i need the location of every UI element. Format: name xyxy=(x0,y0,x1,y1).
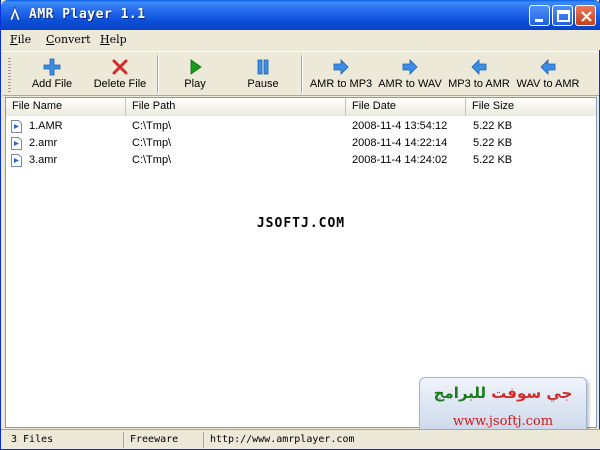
mp3-to-amr-label: MP3 to AMR xyxy=(448,78,510,90)
column-header-file-date[interactable]: File Date xyxy=(346,98,466,116)
amr-to-wav-label: AMR to WAV xyxy=(378,78,442,90)
table-row[interactable]: 2.amr C:\Tmp\ 2008-11-4 14:22:14 5.22 KB xyxy=(6,135,596,152)
cell-file-size: 5.22 KB xyxy=(473,154,513,166)
toolbar: Add File Delete File Play Pause AMR to M… xyxy=(3,51,599,96)
add-file-button[interactable]: Add File xyxy=(21,52,83,96)
close-icon xyxy=(581,11,592,22)
mp3-to-amr-button[interactable]: MP3 to AMR xyxy=(445,52,513,96)
audio-file-icon xyxy=(11,154,22,167)
jsoftj-logo: جي سوفت للبرامج www.jsoftj.com xyxy=(419,377,587,437)
minimize-button[interactable] xyxy=(529,5,550,26)
logo-arabic-part2: للبرامج xyxy=(433,384,487,402)
toolbar-separator xyxy=(301,55,303,93)
menu-file[interactable]: File xyxy=(10,33,31,46)
logo-url: www.jsoftj.com xyxy=(452,414,554,429)
status-license: Freeware xyxy=(123,432,203,448)
play-icon xyxy=(190,59,202,75)
add-file-label: Add File xyxy=(31,78,73,90)
logo-arabic-part1: جي سوفت xyxy=(491,384,573,402)
column-header-file-name[interactable]: File Name xyxy=(6,98,126,116)
list-header: File Name File Path File Date File Size xyxy=(6,98,596,116)
audio-file-icon xyxy=(11,120,22,133)
app-icon[interactable] xyxy=(7,6,23,22)
maximize-button[interactable] xyxy=(552,5,573,26)
cell-file-path: C:\Tmp\ xyxy=(132,154,172,166)
wav-to-amr-button[interactable]: WAV to AMR xyxy=(513,52,583,96)
cell-file-name: 2.amr xyxy=(29,137,58,149)
cell-file-date: 2008-11-4 14:22:14 xyxy=(352,137,448,149)
column-header-file-size[interactable]: File Size xyxy=(466,98,596,116)
window-title: AMR Player 1.1 xyxy=(29,7,146,22)
delete-file-button[interactable]: Delete File xyxy=(87,52,153,96)
plus-icon xyxy=(43,58,61,76)
menu-help-label: elp xyxy=(109,33,127,46)
cell-file-size: 5.22 KB xyxy=(473,137,513,149)
toolbar-grip[interactable] xyxy=(8,58,11,92)
menu-bar: File Convert Help xyxy=(1,30,600,50)
status-file-count: 3 Files xyxy=(11,434,54,445)
toolbar-separator xyxy=(157,55,159,93)
app-window: AMR Player 1.1 File Convert Help Add Fil… xyxy=(0,0,600,450)
menu-convert-label: onvert xyxy=(54,33,91,46)
audio-file-icon xyxy=(11,137,22,150)
menu-convert[interactable]: Convert xyxy=(46,33,91,46)
menu-file-label: ile xyxy=(17,33,32,46)
menu-file-accel: F xyxy=(10,33,18,46)
delete-file-label: Delete File xyxy=(93,78,147,90)
pause-label: Pause xyxy=(247,78,279,90)
delete-x-icon xyxy=(112,59,128,75)
cell-file-name: 1.AMR xyxy=(29,120,63,132)
amr-to-mp3-button[interactable]: AMR to MP3 xyxy=(307,52,375,96)
column-header-file-path[interactable]: File Path xyxy=(126,98,346,116)
table-row[interactable]: 3.amr C:\Tmp\ 2008-11-4 14:24:02 5.22 KB xyxy=(6,152,596,169)
status-url: http://www.amrplayer.com xyxy=(203,432,433,448)
arrow-right-icon xyxy=(333,59,349,75)
pause-button[interactable]: Pause xyxy=(231,52,295,96)
amr-to-wav-button[interactable]: AMR to WAV xyxy=(376,52,444,96)
pause-icon xyxy=(257,59,269,75)
arrow-right-icon xyxy=(402,59,418,75)
status-bar: 3 Files Freeware http://www.amrplayer.co… xyxy=(1,429,600,449)
amr-to-mp3-label: AMR to MP3 xyxy=(309,78,373,90)
menu-help[interactable]: Help xyxy=(100,33,127,46)
table-row[interactable]: 1.AMR C:\Tmp\ 2008-11-4 13:54:12 5.22 KB xyxy=(6,118,596,135)
menu-help-accel: H xyxy=(100,33,110,46)
arrow-left-icon xyxy=(471,59,487,75)
wav-to-amr-label: WAV to AMR xyxy=(516,78,580,90)
arrow-left-icon xyxy=(540,59,556,75)
close-button[interactable] xyxy=(575,5,596,26)
cell-file-path: C:\Tmp\ xyxy=(132,137,172,149)
cell-file-path: C:\Tmp\ xyxy=(132,120,172,132)
cell-file-name: 3.amr xyxy=(29,154,58,166)
minimize-icon xyxy=(535,19,543,22)
watermark-text: JSOFTJ.COM xyxy=(256,216,346,231)
cell-file-date: 2008-11-4 13:54:12 xyxy=(352,120,448,132)
cell-file-date: 2008-11-4 14:24:02 xyxy=(352,154,448,166)
play-button[interactable]: Play xyxy=(165,52,225,96)
title-bar[interactable]: AMR Player 1.1 xyxy=(1,0,600,30)
maximize-icon xyxy=(557,10,570,22)
play-label: Play xyxy=(184,78,206,90)
cell-file-size: 5.22 KB xyxy=(473,120,513,132)
logo-arabic-text: جي سوفت للبرامج xyxy=(420,384,586,402)
